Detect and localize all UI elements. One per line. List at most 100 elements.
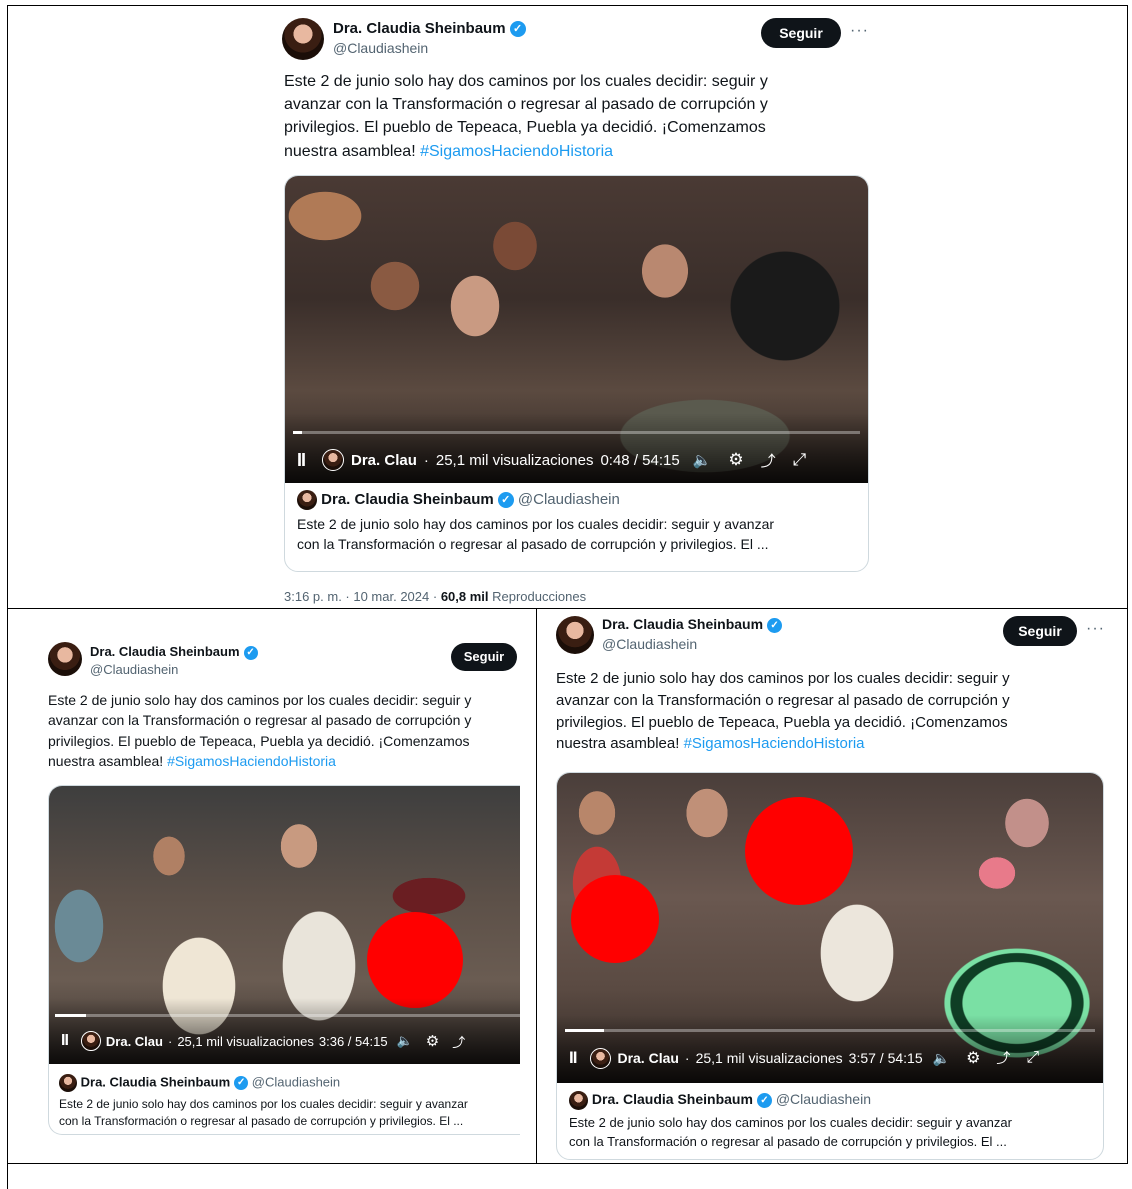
- avatar[interactable]: [282, 18, 324, 60]
- avatar[interactable]: [48, 642, 82, 676]
- progress-fill: [565, 1029, 604, 1032]
- progress-fill: [293, 431, 302, 434]
- tweet-bottom-right: Dra. Claudia Sheinbaum ✓ @Claudiashein Se…: [548, 612, 1120, 1162]
- red-redaction-circle: [745, 797, 853, 905]
- more-options-icon[interactable]: ···: [1086, 620, 1105, 638]
- tweet-timestamp[interactable]: 3:16 p. m. · 10 mar. 2024 ·: [284, 589, 441, 604]
- video-controls: II Dra. Clau · 25,1 mil visualizaciones …: [49, 998, 520, 1064]
- quoted-tweet[interactable]: Dra. Claudia Sheinbaum ✓ @Claudiashein Es…: [285, 490, 868, 555]
- quote-author: Dra. Claudia Sheinbaum ✓ @Claudiashein: [297, 490, 856, 510]
- hashtag-link[interactable]: #SigamosHaciendoHistoria: [684, 735, 865, 752]
- share-icon[interactable]: ⤴: [761, 450, 776, 471]
- settings-icon[interactable]: ⚙: [728, 450, 743, 470]
- progress-bar[interactable]: [565, 1029, 1095, 1032]
- pause-icon[interactable]: II: [61, 1032, 69, 1050]
- author-name[interactable]: Dra. Claudia Sheinbaum ✓: [90, 644, 258, 660]
- progress-bar[interactable]: [293, 431, 860, 434]
- channel-avatar[interactable]: [590, 1047, 612, 1069]
- tweet-text: Este 2 de junio solo hay dos caminos por…: [48, 690, 471, 771]
- tweet-text-line: avanzar con la Transformación o regresar…: [284, 96, 768, 114]
- quote-avatar: [297, 490, 317, 510]
- quote-avatar: [59, 1074, 77, 1092]
- quote-handle: @Claudiashein: [775, 1091, 871, 1108]
- tweet-text-line: privilegios. El pueblo de Tepeaca, Puebl…: [48, 732, 470, 749]
- tweet-text-line: Este 2 de junio solo hay dos caminos por…: [48, 692, 472, 708]
- tweet-top: Dra. Claudia Sheinbaum ✓ @Claudiashein Se…: [270, 8, 880, 608]
- quote-text: Este 2 de junio solo hay dos caminos por…: [297, 516, 775, 553]
- channel-name[interactable]: Dra. Clau: [617, 1050, 678, 1066]
- red-redaction-circle: [367, 912, 463, 1008]
- quote-text: Este 2 de junio solo hay dos caminos por…: [59, 1097, 468, 1129]
- red-redaction-circle: [571, 875, 659, 963]
- channel-name[interactable]: Dra. Clau: [106, 1034, 163, 1049]
- settings-icon[interactable]: ⚙: [426, 1032, 439, 1050]
- volume-icon[interactable]: 🔈: [933, 1050, 950, 1067]
- quoted-tweet[interactable]: Dra. Claudia Sheinbaum ✓ @Claudiashein Es…: [49, 1074, 520, 1131]
- time-display: 3:36 / 54:15: [318, 1033, 388, 1049]
- follow-button[interactable]: Seguir: [761, 18, 841, 48]
- video-player[interactable]: II Dra. Clau · 25,1 mil visualizaciones …: [49, 786, 520, 1064]
- time-display: 3:57 / 54:15: [848, 1050, 923, 1066]
- views-label: Reproducciones: [488, 589, 587, 604]
- channel-name[interactable]: Dra. Clau: [351, 452, 417, 469]
- share-icon[interactable]: ⤴: [452, 1032, 465, 1051]
- tweet-text: Este 2 de junio solo hay dos caminos por…: [556, 668, 1010, 755]
- follow-button[interactable]: Seguir: [451, 643, 517, 671]
- verified-badge-icon: ✓: [509, 21, 526, 38]
- author-handle[interactable]: @Claudiashein: [602, 636, 697, 652]
- tweet-text-line: nuestra asamblea!: [284, 142, 416, 160]
- tweet-text-line: nuestra asamblea!: [48, 752, 164, 769]
- separator-dot: ·: [423, 451, 429, 469]
- more-options-icon[interactable]: ···: [850, 22, 869, 40]
- author-handle[interactable]: @Claudiashein: [90, 662, 178, 677]
- verified-badge-icon: ✓: [497, 492, 514, 508]
- vertical-divider: [536, 608, 537, 1164]
- video-controls: II Dra. Clau · 25,1 mil visualizaciones …: [285, 413, 868, 483]
- separator-dot: ·: [167, 1033, 173, 1049]
- fullscreen-icon[interactable]: ⤢: [793, 450, 807, 470]
- avatar[interactable]: [556, 616, 594, 654]
- video-controls: II Dra. Clau · 25,1 mil visualizaciones …: [557, 1015, 1103, 1083]
- control-bar: II Dra. Clau · 25,1 mil visualizaciones …: [285, 447, 868, 473]
- left-edge-line: [7, 5, 8, 1189]
- author-handle[interactable]: @Claudiashein: [333, 40, 428, 56]
- quoted-tweet[interactable]: Dra. Claudia Sheinbaum ✓ @Claudiashein Es…: [557, 1091, 1103, 1152]
- volume-icon[interactable]: 🔈: [397, 1033, 413, 1049]
- author-name[interactable]: Dra. Claudia Sheinbaum ✓: [333, 20, 526, 38]
- video-card: II Dra. Clau · 25,1 mil visualizaciones …: [284, 175, 869, 572]
- progress-bar[interactable]: [55, 1014, 520, 1017]
- video-card: II Dra. Clau · 25,1 mil visualizaciones …: [556, 772, 1104, 1160]
- quote-text: Este 2 de junio solo hay dos caminos por…: [569, 1115, 1012, 1149]
- video-player[interactable]: II Dra. Clau · 25,1 mil visualizaciones …: [285, 176, 868, 483]
- tweet-meta: 3:16 p. m. · 10 mar. 2024 · 60,8 mil Rep…: [284, 589, 586, 604]
- fullscreen-icon[interactable]: ⤢: [1026, 1049, 1039, 1067]
- progress-fill: [55, 1014, 87, 1017]
- settings-icon[interactable]: ⚙: [966, 1048, 980, 1068]
- tweet-text-line: Este 2 de junio solo hay dos caminos por…: [556, 670, 1010, 687]
- quote-handle: @Claudiashein: [251, 1074, 341, 1090]
- time-display: 0:48 / 54:15: [600, 451, 680, 469]
- quote-avatar: [569, 1091, 588, 1110]
- tweet-text-line: Este 2 de junio solo hay dos caminos por…: [284, 73, 768, 90]
- quote-author: Dra. Claudia Sheinbaum ✓ @Claudiashein: [59, 1074, 518, 1092]
- video-card: II Dra. Clau · 25,1 mil visualizaciones …: [48, 785, 520, 1135]
- video-player[interactable]: II Dra. Clau · 25,1 mil visualizaciones …: [557, 773, 1103, 1083]
- pause-icon[interactable]: II: [297, 450, 306, 471]
- pause-icon[interactable]: II: [569, 1048, 578, 1068]
- view-count: 25,1 mil visualizaciones: [695, 1050, 843, 1066]
- channel-avatar[interactable]: [80, 1031, 101, 1051]
- control-bar: II Dra. Clau · 25,1 mil visualizaciones …: [557, 1045, 1103, 1071]
- author-name[interactable]: Dra. Claudia Sheinbaum ✓: [602, 616, 783, 633]
- follow-button[interactable]: Seguir: [1003, 616, 1077, 646]
- separator-dot: ·: [684, 1050, 690, 1066]
- tweet-text-line: avanzar con la Transformación o regresar…: [48, 712, 472, 729]
- hashtag-link[interactable]: #SigamosHaciendoHistoria: [167, 753, 336, 769]
- tweet-text-line: avanzar con la Transformación o regresar…: [556, 691, 1010, 709]
- volume-icon[interactable]: 🔈: [693, 451, 712, 469]
- hashtag-link[interactable]: #SigamosHaciendoHistoria: [420, 143, 613, 160]
- channel-avatar[interactable]: [322, 449, 345, 471]
- share-icon[interactable]: ⤴: [996, 1048, 1010, 1068]
- quote-author: Dra. Claudia Sheinbaum ✓ @Claudiashein: [569, 1091, 1091, 1110]
- tweet-text-line: nuestra asamblea!: [556, 735, 680, 753]
- tweet-text-line: privilegios. El pueblo de Tepeaca, Puebl…: [556, 713, 1008, 731]
